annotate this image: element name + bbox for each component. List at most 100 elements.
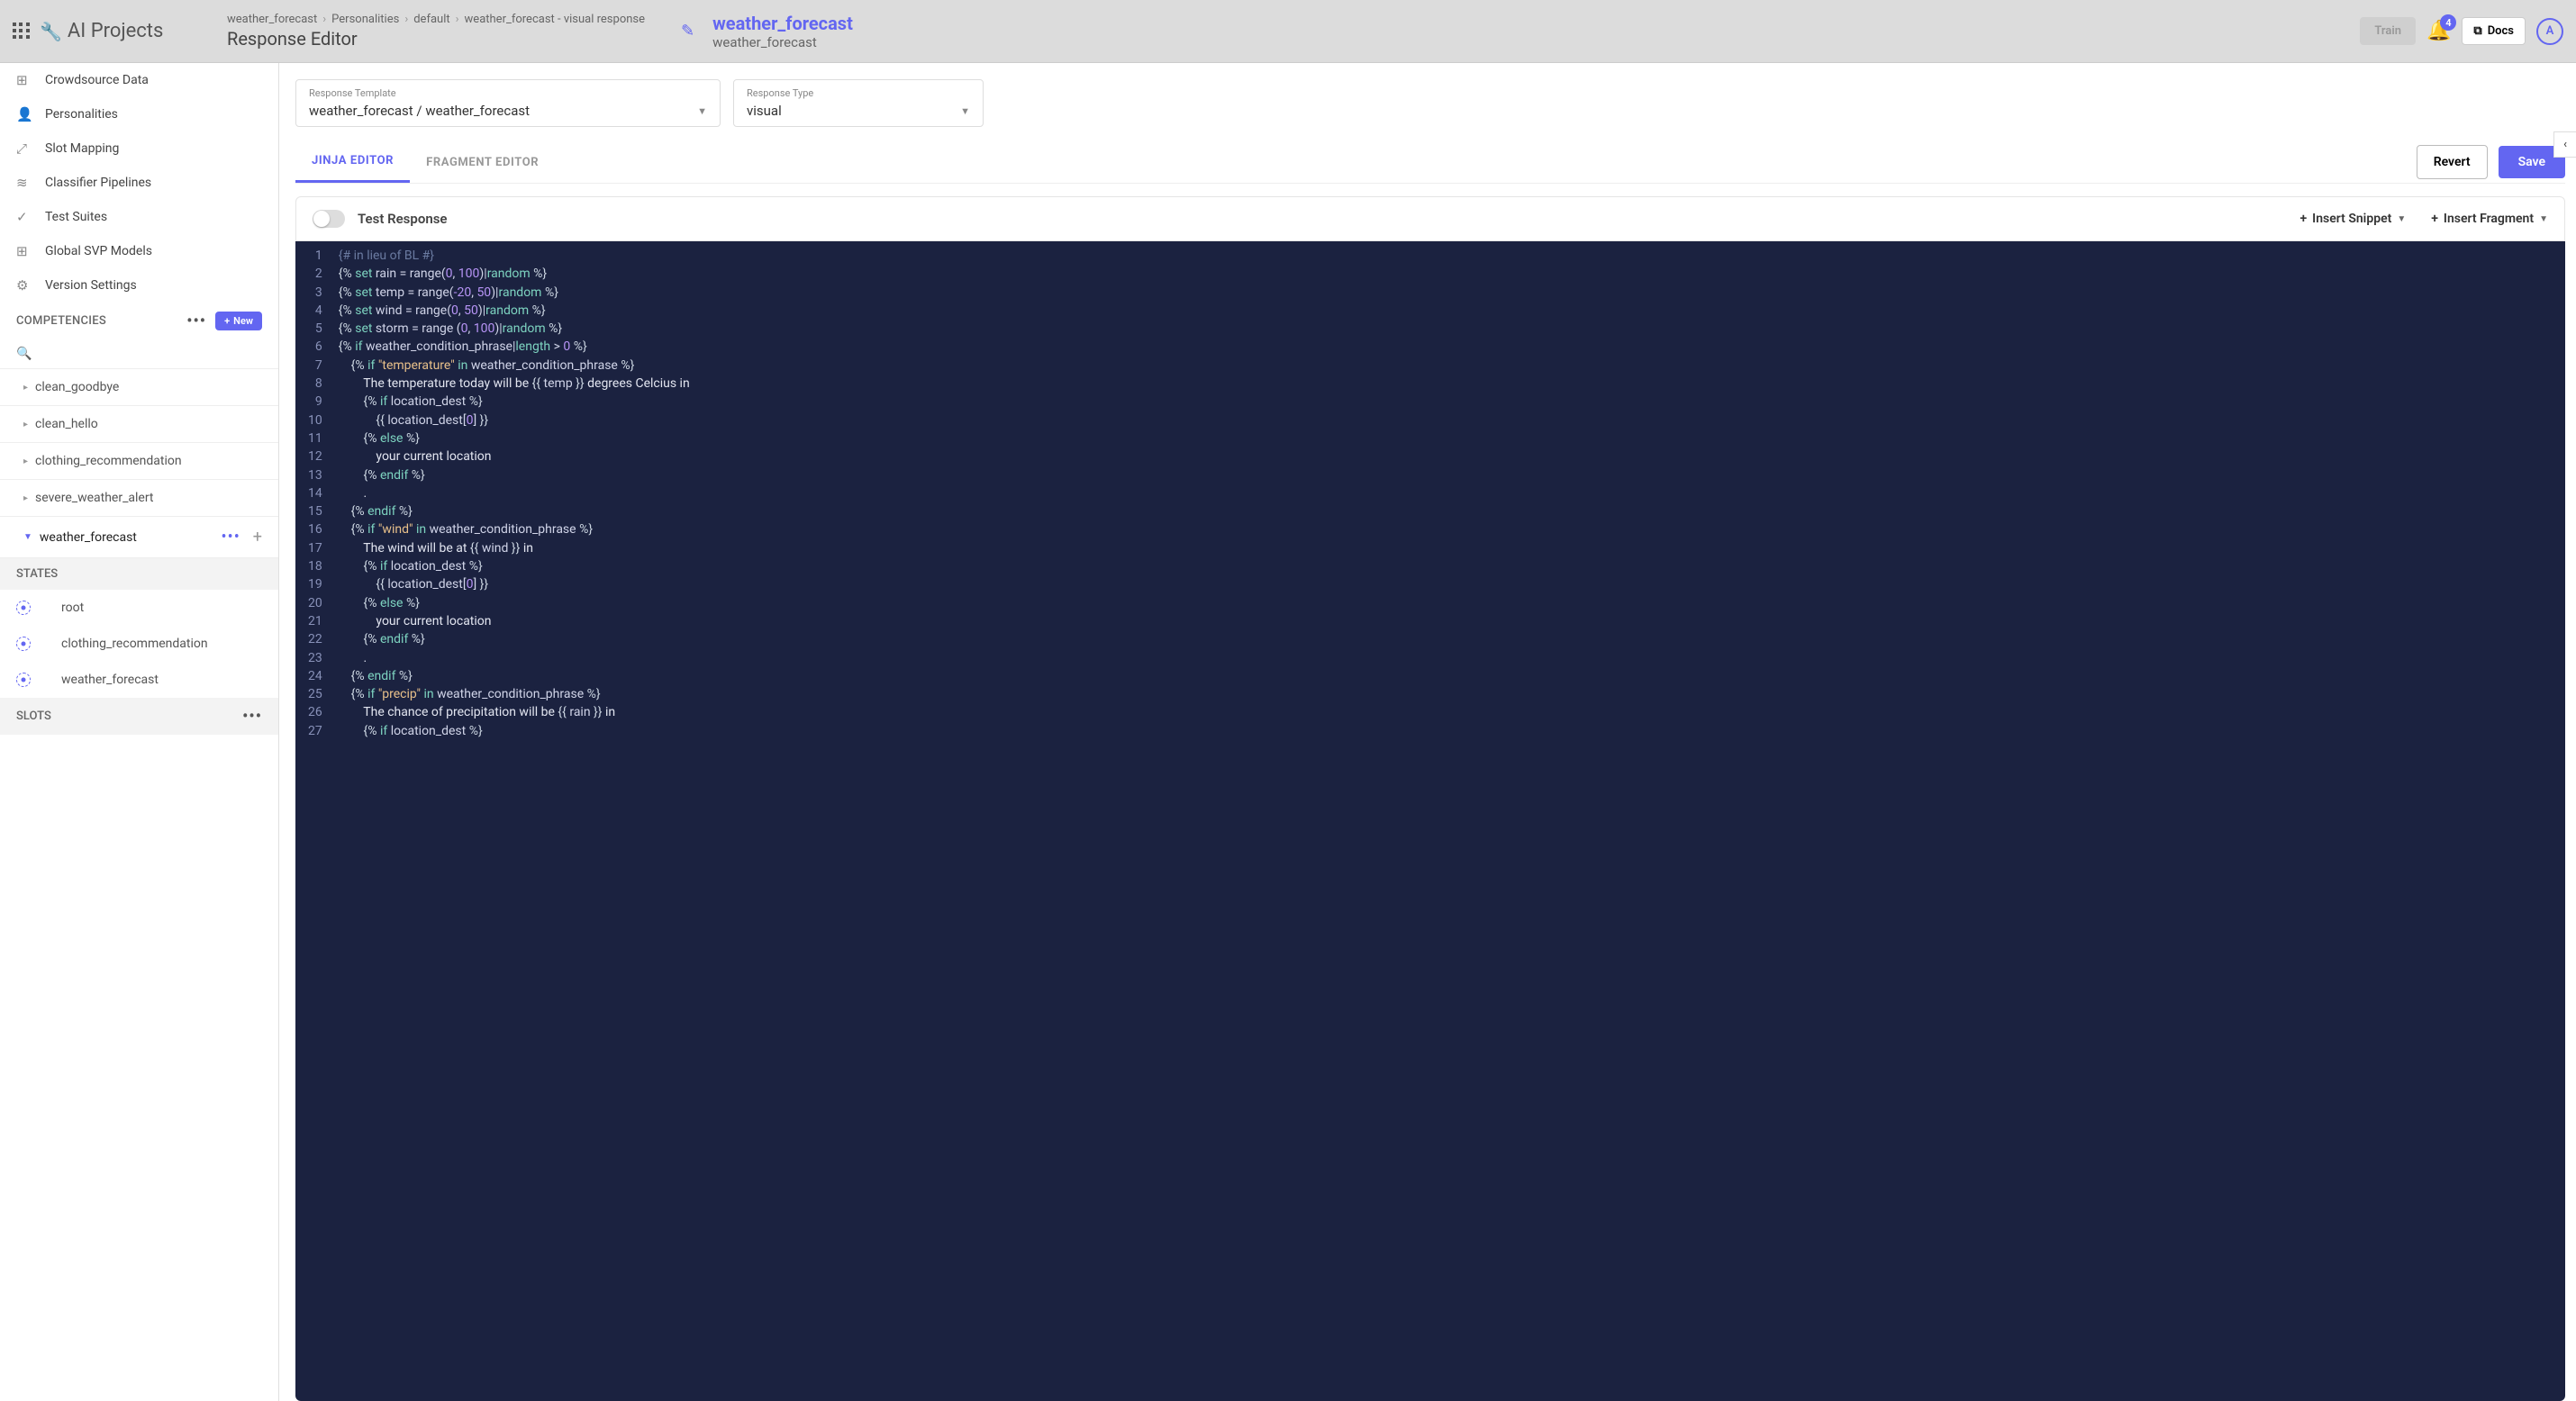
- tab-fragment-editor[interactable]: FRAGMENT EDITOR: [410, 143, 555, 182]
- code-content[interactable]: {# in lieu of BL #}{% set rain = range(0…: [330, 241, 699, 746]
- state-icon: [16, 601, 31, 615]
- line-gutter: 1234567891011121314151617181920212223242…: [295, 241, 330, 746]
- nav-icon: ⊞: [16, 72, 32, 88]
- page-title: Response Editor: [227, 28, 645, 50]
- nav-label: Test Suites: [45, 210, 107, 224]
- breadcrumb-item[interactable]: default: [413, 13, 449, 26]
- nav-item[interactable]: ✓ Test Suites: [0, 200, 278, 234]
- wf-title[interactable]: weather_forecast: [712, 13, 853, 34]
- topbar: 🔧 AI Projects weather_forecast› Personal…: [0, 0, 2576, 63]
- field-label: Response Template: [309, 87, 707, 99]
- nav-item[interactable]: ⤢ Slot Mapping: [0, 131, 278, 166]
- plus-icon: +: [224, 315, 230, 327]
- nav-icon: ✓: [16, 209, 32, 225]
- content-area: Response Template weather_forecast / wea…: [279, 63, 2576, 1401]
- new-competency-button[interactable]: +New: [215, 312, 262, 330]
- field-label: Response Type: [747, 87, 970, 99]
- editor-toolbar: Test Response + Insert Snippet ▼ + Inser…: [295, 196, 2565, 241]
- breadcrumb-item[interactable]: Personalities: [331, 13, 399, 26]
- response-type-select[interactable]: Response Type visual▼: [733, 79, 984, 127]
- apps-grid-icon[interactable]: [13, 23, 31, 41]
- caret-icon: ▸: [23, 493, 28, 503]
- caret-icon: ▸: [23, 383, 28, 393]
- collapse-panel-button[interactable]: ‹: [2553, 131, 2576, 158]
- chevron-down-icon: ▼: [2539, 214, 2548, 224]
- competency-more-icon[interactable]: •••: [222, 528, 240, 547]
- external-link-icon: ⧉: [2473, 24, 2481, 38]
- response-template-select[interactable]: Response Template weather_forecast / wea…: [295, 79, 721, 127]
- brand-text: AI Projects: [68, 20, 163, 42]
- nav-label: Classifier Pipelines: [45, 176, 151, 190]
- nav-icon: ⤢: [16, 140, 32, 157]
- nav-item[interactable]: ⚙ Version Settings: [0, 268, 278, 303]
- nav-icon: ⊞: [16, 243, 32, 259]
- notifications-button[interactable]: 🔔 4: [2426, 20, 2451, 42]
- state-label: weather_forecast: [61, 673, 159, 687]
- sidebar: ⊞ Crowdsource Data 👤 Personalities ⤢ Slot Map…: [0, 63, 279, 1401]
- state-item[interactable]: root: [0, 590, 278, 626]
- breadcrumb-item[interactable]: weather_forecast: [227, 13, 317, 26]
- nav-icon: ≋: [16, 175, 32, 191]
- insert-snippet-button[interactable]: + Insert Snippet ▼: [2299, 212, 2406, 226]
- plus-icon: +: [2431, 212, 2438, 226]
- competency-item[interactable]: ▸ severe_weather_alert: [0, 480, 278, 517]
- nav-item[interactable]: ⊞ Global SVP Models: [0, 234, 278, 268]
- insert-fragment-button[interactable]: + Insert Fragment ▼: [2431, 212, 2548, 226]
- state-label: clothing_recommendation: [61, 637, 208, 651]
- chevron-down-icon: ▼: [2397, 214, 2406, 224]
- avatar[interactable]: A: [2536, 18, 2563, 45]
- wrench-icon: 🔧: [40, 21, 62, 42]
- competency-label: clothing_recommendation: [35, 454, 182, 468]
- state-label: root: [61, 601, 84, 615]
- caret-icon: ▸: [23, 420, 28, 429]
- docs-button[interactable]: ⧉ Docs: [2462, 17, 2526, 45]
- competency-label: clean_goodbye: [35, 380, 119, 394]
- competency-label: severe_weather_alert: [35, 491, 153, 505]
- competency-label: clean_hello: [35, 417, 98, 431]
- states-heading: STATES: [0, 558, 278, 590]
- notification-badge: 4: [2440, 14, 2456, 31]
- nav-icon: 👤: [16, 106, 32, 122]
- brand[interactable]: 🔧 AI Projects: [40, 20, 163, 42]
- nav-label: Version Settings: [45, 278, 137, 293]
- nav-label: Crowdsource Data: [45, 73, 149, 87]
- competencies-more-icon[interactable]: •••: [186, 312, 206, 330]
- wf-subtitle: weather_forecast: [712, 34, 853, 50]
- chevron-down-icon: ▼: [960, 105, 970, 117]
- competency-item[interactable]: ▸ clothing_recommendation: [0, 443, 278, 480]
- competencies-heading: COMPETENCIES: [16, 314, 106, 328]
- competency-label: weather_forecast: [40, 530, 137, 545]
- code-editor[interactable]: 1234567891011121314151617181920212223242…: [295, 241, 2565, 1401]
- state-item[interactable]: clothing_recommendation: [0, 626, 278, 662]
- slots-more-icon[interactable]: •••: [242, 707, 262, 726]
- nav-label: Personalities: [45, 107, 118, 122]
- nav-label: Slot Mapping: [45, 141, 119, 156]
- nav-label: Global SVP Models: [45, 244, 152, 258]
- revert-button[interactable]: Revert: [2417, 145, 2488, 179]
- state-item[interactable]: weather_forecast: [0, 662, 278, 698]
- competency-search[interactable]: 🔍: [0, 339, 278, 369]
- competency-item[interactable]: ▸ clean_goodbye: [0, 369, 278, 406]
- competency-item[interactable]: ▼ weather_forecast ••• +: [0, 517, 278, 558]
- competency-add-icon[interactable]: +: [253, 528, 262, 547]
- nav-item[interactable]: 👤 Personalities: [0, 97, 278, 131]
- plus-icon: +: [2299, 212, 2307, 226]
- train-button[interactable]: Train: [2360, 17, 2416, 45]
- test-response-label: Test Response: [358, 211, 448, 227]
- tab-jinja-editor[interactable]: JINJA EDITOR: [295, 141, 410, 183]
- nav-item[interactable]: ≋ Classifier Pipelines: [0, 166, 278, 200]
- caret-icon: ▸: [23, 456, 28, 466]
- breadcrumb: weather_forecast› Personalities› default…: [227, 13, 645, 26]
- nav-icon: ⚙: [16, 277, 32, 294]
- state-icon: [16, 673, 31, 687]
- breadcrumb-item: weather_forecast - visual response: [465, 13, 645, 26]
- competency-item[interactable]: ▸ clean_hello: [0, 406, 278, 443]
- slots-heading: SLOTS: [16, 710, 51, 723]
- chevron-down-icon: ▼: [697, 105, 707, 117]
- state-icon: [16, 637, 31, 651]
- edit-icon[interactable]: ✎: [681, 22, 694, 41]
- test-response-toggle[interactable]: [313, 210, 345, 228]
- caret-icon: ▼: [23, 532, 32, 542]
- search-icon: 🔍: [16, 347, 32, 361]
- nav-item[interactable]: ⊞ Crowdsource Data: [0, 63, 278, 97]
